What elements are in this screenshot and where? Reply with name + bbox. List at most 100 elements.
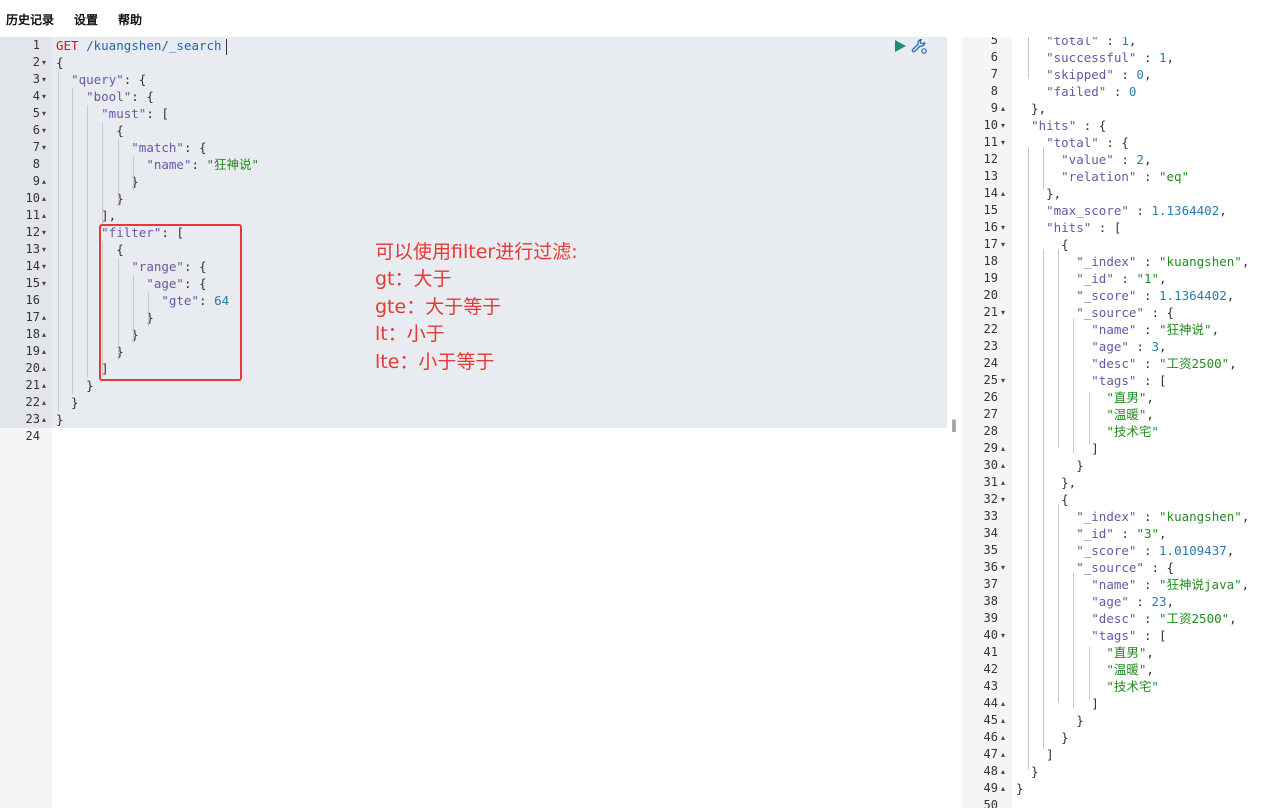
resize-handle-icon[interactable]: ‖ (951, 418, 957, 432)
response_editor-code-line[interactable]: "_index" : "kuangshen", (1016, 508, 1249, 525)
fold-toggle-icon[interactable]: ▾ (1001, 627, 1005, 644)
request_editor-code-line[interactable]: } (56, 190, 124, 207)
response_editor-code-line[interactable]: "desc" : "工资2500", (1016, 610, 1236, 627)
fold-toggle-icon[interactable]: ▾ (1001, 559, 1005, 576)
request_editor-code-line[interactable]: } (56, 411, 64, 428)
response_editor-code-line[interactable]: } (1016, 780, 1024, 797)
fold-toggle-icon[interactable]: ▾ (42, 105, 46, 122)
response_editor-code-line[interactable]: "_score" : 1.1364402, (1016, 287, 1234, 304)
fold-toggle-icon[interactable]: ▴ (1001, 746, 1005, 763)
request-editor[interactable]: 1 GET /kuangshen/_search 2 ▾{3 ▾ "query": {4… (0, 37, 947, 808)
fold-toggle-icon[interactable]: ▴ (42, 411, 46, 428)
fold-toggle-icon[interactable]: ▴ (42, 343, 46, 360)
fold-toggle-icon[interactable]: ▴ (1001, 763, 1005, 780)
fold-toggle-icon[interactable]: ▴ (1001, 185, 1005, 202)
code-token: "kuangshen" (1159, 254, 1242, 269)
fold-toggle-icon[interactable]: ▾ (1001, 372, 1005, 389)
response_editor-code-line[interactable]: "successful" : 1, (1016, 49, 1174, 66)
response_editor-code-line[interactable]: "直男", (1016, 644, 1154, 661)
response_editor-code-line[interactable]: "age" : 23, (1016, 593, 1174, 610)
response_editor-code-line[interactable]: "skipped" : 0, (1016, 66, 1151, 83)
response_editor-code-line[interactable]: "name" : "狂神说", (1016, 321, 1219, 338)
fold-toggle-icon[interactable]: ▾ (1001, 219, 1005, 236)
wrench-icon[interactable] (910, 37, 928, 55)
response_editor-code-line[interactable]: "failed" : 0 (1016, 83, 1136, 100)
fold-toggle-icon[interactable]: ▴ (1001, 729, 1005, 746)
fold-toggle-icon[interactable]: ▾ (42, 122, 46, 139)
fold-toggle-icon[interactable]: ▴ (42, 207, 46, 224)
fold-toggle-icon[interactable]: ▴ (42, 309, 46, 326)
response_editor-code-line[interactable]: "hits" : [ (1016, 219, 1121, 236)
request_editor-code-line[interactable]: "match": { (56, 139, 206, 156)
fold-toggle-icon[interactable]: ▴ (42, 377, 46, 394)
fold-toggle-icon[interactable]: ▾ (1001, 134, 1005, 151)
code-token: , (1241, 254, 1250, 269)
response_editor-code-line[interactable]: "_source" : { (1016, 559, 1174, 576)
fold-toggle-icon[interactable]: ▴ (1001, 780, 1005, 797)
response_editor-code-line[interactable]: "max_score" : 1.1364402, (1016, 202, 1227, 219)
response_editor-code-line[interactable]: } (1016, 457, 1084, 474)
fold-toggle-icon[interactable]: ▴ (1001, 457, 1005, 474)
fold-toggle-icon[interactable]: ▾ (42, 258, 46, 275)
response_editor-code-line[interactable]: }, (1016, 474, 1076, 491)
response_editor-code-line[interactable]: "value" : 2, (1016, 151, 1151, 168)
response_editor-code-line[interactable]: "relation" : "eq" (1016, 168, 1189, 185)
response_editor-code-line[interactable]: "name" : "狂神说java", (1016, 576, 1249, 593)
request_editor-code-line[interactable]: "bool": { (56, 88, 154, 105)
response_editor-code-line[interactable]: "total" : 1, (1016, 37, 1136, 49)
menu-settings[interactable]: 设置 (74, 12, 98, 28)
fold-toggle-icon[interactable]: ▾ (1001, 117, 1005, 134)
request_editor-code-line[interactable]: { (56, 122, 124, 139)
fold-toggle-icon[interactable]: ▾ (42, 54, 46, 71)
response_editor-code-line[interactable]: "desc" : "工资2500", (1016, 355, 1236, 372)
request_editor-code-line[interactable]: { (56, 54, 64, 71)
fold-toggle-icon[interactable]: ▴ (1001, 440, 1005, 457)
fold-toggle-icon[interactable]: ▴ (1001, 712, 1005, 729)
fold-toggle-icon[interactable]: ▾ (42, 88, 46, 105)
request_editor-code-line[interactable]: } (56, 377, 94, 394)
response_editor-code-line[interactable]: "_id" : "3", (1016, 525, 1166, 542)
response_editor-code-line[interactable]: "_source" : { (1016, 304, 1174, 321)
request_editor-code-line[interactable]: GET /kuangshen/_search (56, 37, 222, 54)
fold-toggle-icon[interactable]: ▾ (42, 139, 46, 156)
menu-history[interactable]: 历史记录 (6, 12, 54, 28)
menu-help[interactable]: 帮助 (118, 12, 142, 28)
fold-toggle-icon[interactable]: ▾ (42, 241, 46, 258)
fold-toggle-icon[interactable]: ▾ (1001, 236, 1005, 253)
fold-toggle-icon[interactable]: ▴ (42, 190, 46, 207)
response_editor-code-line[interactable]: "tags" : [ (1016, 627, 1166, 644)
response_editor-code-line[interactable]: "温暖", (1016, 661, 1154, 678)
fold-toggle-icon[interactable]: ▴ (1001, 474, 1005, 491)
request_editor-code-line[interactable]: } (56, 394, 79, 411)
fold-toggle-icon[interactable]: ▴ (42, 326, 46, 343)
response_editor-code-line[interactable]: ] (1016, 746, 1054, 763)
response_editor-code-line[interactable]: "_score" : 1.0109437, (1016, 542, 1234, 559)
fold-toggle-icon[interactable]: ▾ (1001, 304, 1005, 321)
fold-toggle-icon[interactable]: ▴ (1001, 100, 1005, 117)
response_editor-code-line[interactable]: }, (1016, 100, 1046, 117)
fold-toggle-icon[interactable]: ▾ (42, 275, 46, 292)
response_editor-code-line[interactable]: "_index" : "kuangshen", (1016, 253, 1249, 270)
response_editor-code-line[interactable]: "技术宅" (1016, 423, 1159, 440)
response_editor-code-line[interactable]: } (1016, 712, 1084, 729)
fold-toggle-icon[interactable]: ▴ (1001, 695, 1005, 712)
request_editor-code-line[interactable]: } (56, 173, 139, 190)
response_editor-code-line[interactable]: }, (1016, 185, 1061, 202)
fold-toggle-icon[interactable]: ▾ (42, 224, 46, 241)
response-editor[interactable]: 5 "total" : 1, 6 "successful" : 1, 7 "skip… (962, 37, 1285, 808)
play-icon[interactable] (893, 38, 907, 52)
response_editor-code-line[interactable]: "_id" : "1", (1016, 270, 1166, 287)
response_editor-code-line[interactable]: "温暖", (1016, 406, 1154, 423)
response_editor-code-line[interactable]: "hits" : { (1016, 117, 1106, 134)
fold-toggle-icon[interactable]: ▴ (42, 173, 46, 190)
request_editor-code-line[interactable]: "query": { (56, 71, 146, 88)
fold-toggle-icon[interactable]: ▾ (1001, 491, 1005, 508)
response_editor-code-line[interactable]: "total" : { (1016, 134, 1129, 151)
fold-toggle-icon[interactable]: ▴ (42, 360, 46, 377)
response_editor-code-line[interactable]: "tags" : [ (1016, 372, 1166, 389)
fold-toggle-icon[interactable]: ▴ (42, 394, 46, 411)
response_editor-code-line[interactable]: "技术宅" (1016, 678, 1159, 695)
response_editor-code-line[interactable]: "直男", (1016, 389, 1154, 406)
response_editor-code-line[interactable]: "age" : 3, (1016, 338, 1166, 355)
fold-toggle-icon[interactable]: ▾ (42, 71, 46, 88)
